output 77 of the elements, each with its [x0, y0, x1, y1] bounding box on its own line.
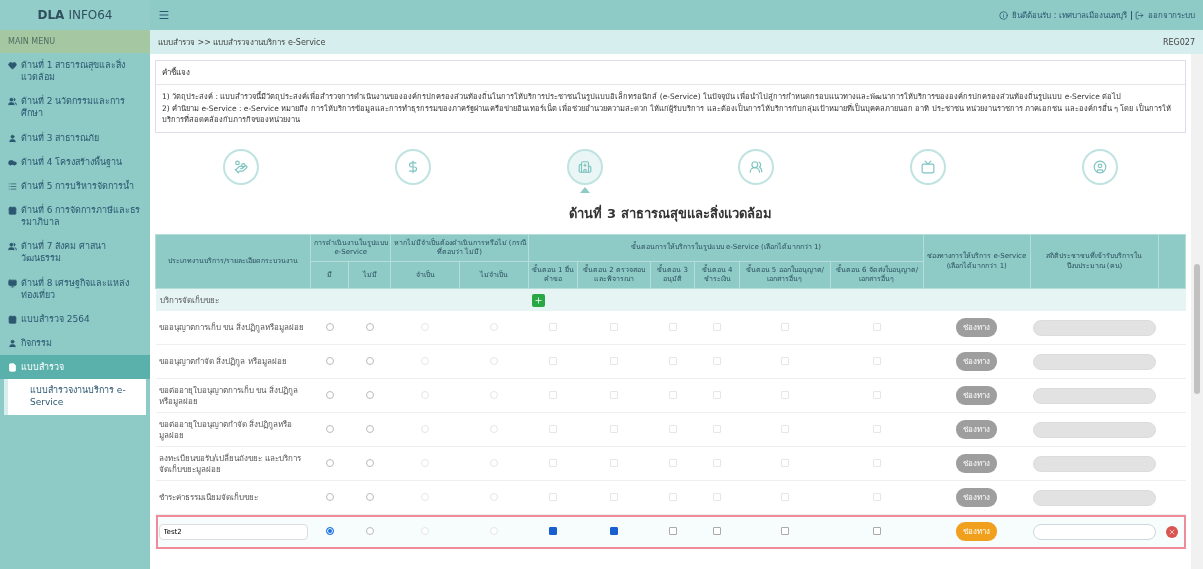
- info-icon: [999, 10, 1009, 20]
- checkbox[interactable]: [609, 526, 618, 535]
- monitor-icon: [8, 278, 17, 288]
- person-icon: [8, 338, 17, 348]
- category-tab[interactable]: [910, 148, 947, 185]
- brand-logo: DLA INFO64: [0, 0, 150, 30]
- sidebar-item[interactable]: แบบสำรวจ 2564: [0, 306, 150, 331]
- statistic-input[interactable]: [1033, 523, 1156, 540]
- checkbox[interactable]: [872, 526, 881, 535]
- user-circle-icon: [1093, 159, 1108, 174]
- radio-button[interactable]: [325, 356, 334, 365]
- radio-button[interactable]: [325, 526, 334, 535]
- car-icon: [8, 157, 17, 167]
- checkbox[interactable]: [780, 526, 789, 535]
- sidebar-item[interactable]: ด้านที่ 8 เศรษฐกิจและแหล่งท่องเที่ยว: [0, 270, 150, 307]
- sidebar-item[interactable]: ด้านที่ 1 สาธารณสุขและสิ่งแวดล้อม: [0, 53, 150, 90]
- sidebar-item[interactable]: ด้านที่ 3 สาธารณภัย: [0, 125, 150, 150]
- sidebar-item[interactable]: ด้านที่ 6 การจัดการภาษีและธรรมาภิบาล: [0, 198, 150, 235]
- service-name: ขอต่ออายุใบอนุญาตกำจัด สิ่งปฏิกูลหรือมูลฝอย: [155, 412, 311, 447]
- category-tab[interactable]: [394, 148, 431, 185]
- service-name: ขออนุญาตกำจัด สิ่งปฏิกูล หรือมูลฝอย: [155, 344, 311, 379]
- service-name: ลงทะเบียนขอรับ/เปลี่ยนถังขยะ และบริการจัดเก็บขยะมูลฝอย: [155, 446, 311, 481]
- radio-button[interactable]: [365, 390, 374, 399]
- radio-button[interactable]: [325, 492, 334, 501]
- heart-icon: [8, 61, 17, 70]
- people-icon: [8, 97, 17, 107]
- radio-button[interactable]: [365, 492, 374, 501]
- radio-button[interactable]: [365, 356, 374, 365]
- radio-button[interactable]: [325, 424, 334, 433]
- service-name: ขอต่ออายุใบอนุญาตการเก็บ ขน สิ่งปฏิกูลหรือมูลฝอย: [155, 378, 311, 413]
- sidebar-item[interactable]: กิจกรรม: [0, 330, 150, 356]
- calendar-icon: [8, 206, 17, 215]
- add-button[interactable]: [532, 293, 546, 307]
- calendar-icon: [8, 314, 17, 324]
- people-icon: [749, 159, 764, 174]
- category-tab[interactable]: [222, 148, 259, 185]
- panel-title: คำชี้แจง: [156, 61, 1185, 85]
- section-title: ด้านที่ 3 สาธารณสุขและสิ่งแวดล้อม: [569, 203, 772, 224]
- category-tab[interactable]: [1082, 148, 1119, 185]
- delete-button[interactable]: [1166, 525, 1179, 538]
- category-tab[interactable]: [738, 148, 775, 185]
- service-name: ขออนุญาตการเก็บ ขน สิ่งปฏิกูลหรือมูลฝอย: [155, 311, 311, 345]
- sidebar-item[interactable]: ด้านที่ 4 โครงสร้างพื้นฐาน: [0, 149, 150, 174]
- tv-icon: [921, 159, 936, 174]
- radio-button[interactable]: [325, 390, 334, 399]
- people-icon: [8, 242, 17, 252]
- hospital-icon: [577, 159, 592, 174]
- breadcrumb: แบบสำรวจ >> แบบสำรวจงานบริการ e-Service: [158, 36, 326, 49]
- radio-button[interactable]: [365, 458, 374, 467]
- form-code: REG027: [1162, 37, 1195, 47]
- radio-button[interactable]: [365, 322, 374, 331]
- close-icon: [1168, 527, 1177, 536]
- hand-coins-icon: [233, 159, 248, 174]
- group-label: บริการจัดเก็บขยะ: [155, 288, 529, 312]
- sidebar-item[interactable]: ด้านที่ 5 การบริหารจัดการน้ำ: [0, 173, 150, 198]
- checkbox[interactable]: [548, 526, 557, 535]
- menu-icon[interactable]: [158, 9, 170, 21]
- checkbox[interactable]: [713, 526, 722, 535]
- list-icon: [8, 181, 17, 191]
- menu-heading: MAIN MENU: [0, 30, 150, 53]
- radio-button[interactable]: [365, 526, 374, 535]
- welcome-text: ยินดีต้อนรับ : เทศบาลเมืองนนทบุรี: [1012, 9, 1127, 22]
- sidebar-item[interactable]: ด้านที่ 2 นวัตกรรมและการศึกษา: [0, 89, 150, 126]
- document-icon: [8, 363, 17, 373]
- radio-button[interactable]: [325, 458, 334, 467]
- radio-button[interactable]: [325, 322, 334, 331]
- sidebar-subitem[interactable]: แบบสำรวจงานบริการ e-Service: [4, 379, 146, 415]
- logout-link[interactable]: ออกจากระบบ: [1148, 8, 1195, 22]
- service-name: ชำระค่าธรรมเนียมจัดเก็บขยะ: [155, 480, 311, 515]
- plus-icon: [534, 295, 544, 305]
- sidebar-item[interactable]: แบบสำรวจ: [0, 355, 150, 380]
- selected-pointer-icon: [579, 186, 590, 193]
- radio-button[interactable]: [365, 424, 374, 433]
- sidebar-item[interactable]: ด้านที่ 7 สังคม ศาสนา วัฒนธรรม: [0, 234, 150, 271]
- logout-icon[interactable]: [1131, 10, 1144, 20]
- checkbox[interactable]: [668, 526, 677, 535]
- person-icon: [8, 133, 17, 143]
